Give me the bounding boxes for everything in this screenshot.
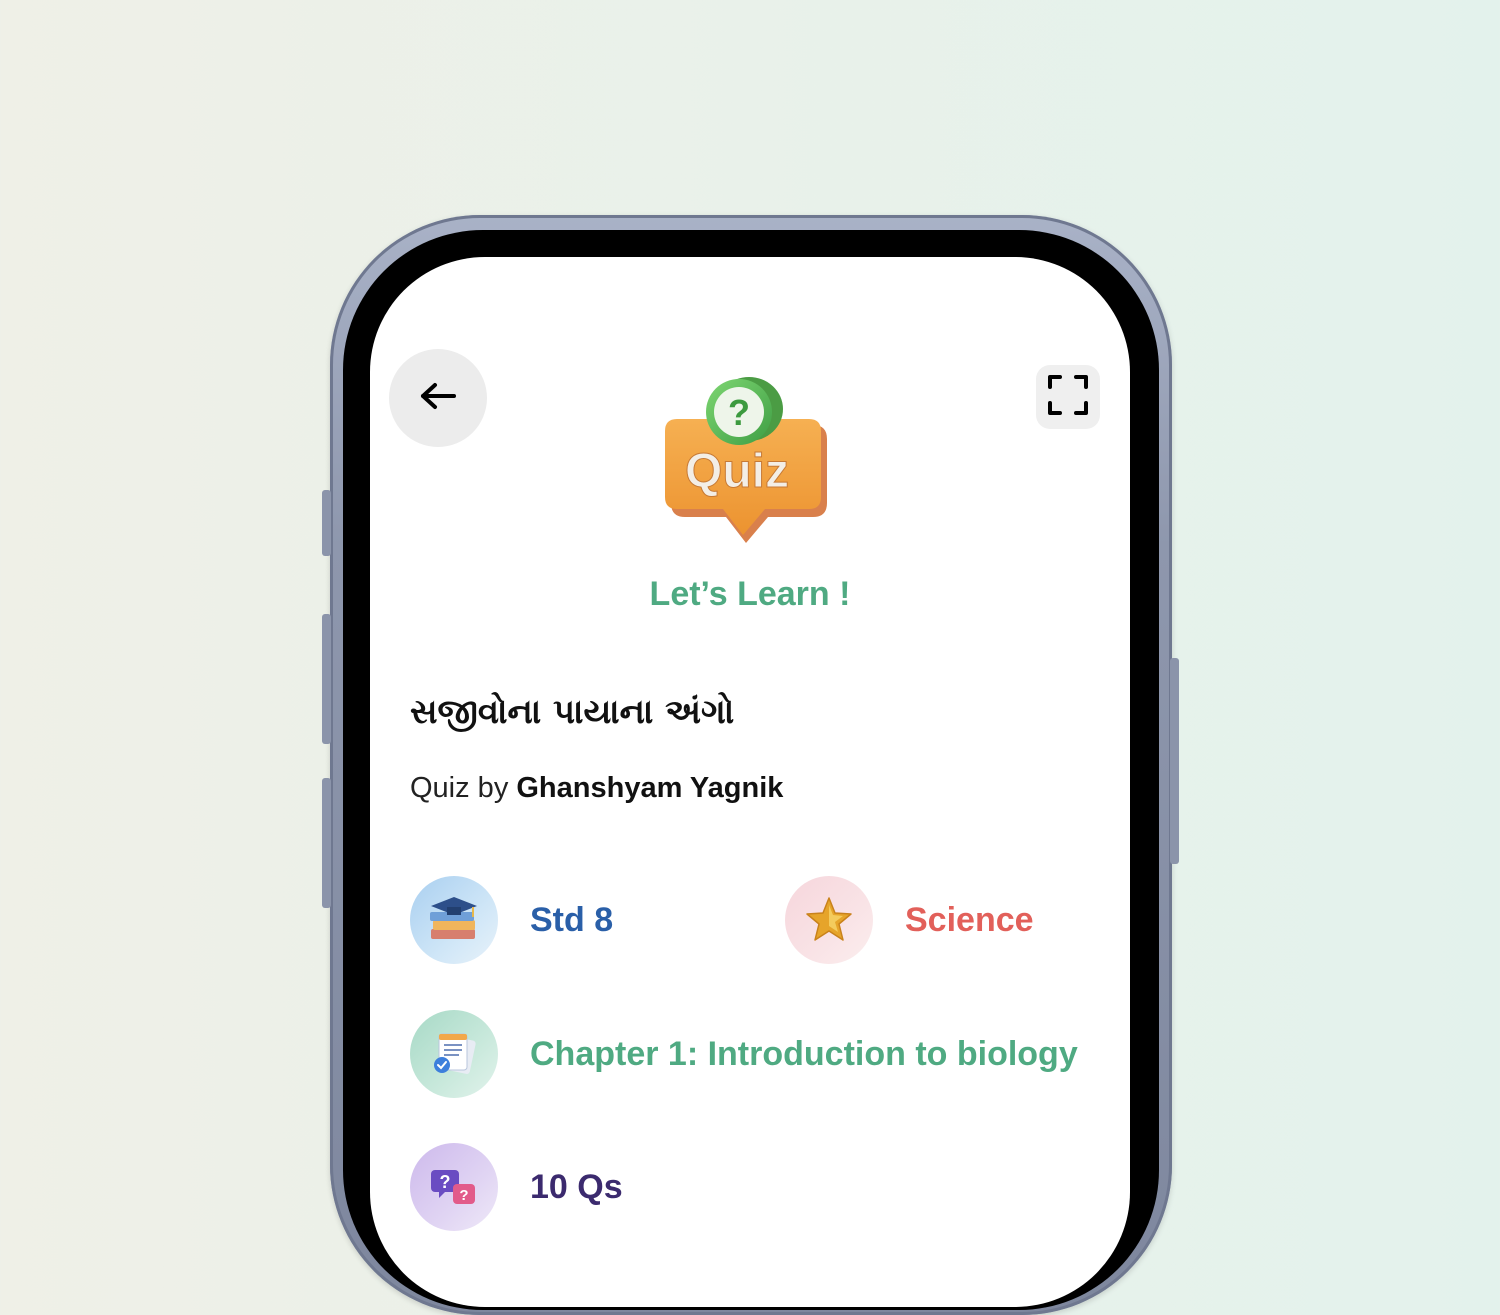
arrow-left-icon — [418, 381, 458, 415]
questions-info: ? ? 10 Qs — [410, 1143, 623, 1231]
quiz-logo-text: Quiz — [685, 445, 789, 498]
phone-power-button — [1170, 658, 1179, 864]
quiz-logo: ? Quiz — [663, 375, 833, 555]
standard-label: Std 8 — [530, 900, 614, 939]
subject-label: Science — [905, 900, 1034, 939]
author-name: Ghanshyam Yagnik — [516, 772, 784, 804]
standard-info: Std 8 — [410, 876, 613, 964]
gold-star-icon — [785, 876, 873, 964]
phone-screen: ? Quiz Let’s Learn ! સજીવોના પાયાના અંગો… — [370, 257, 1130, 1307]
back-button[interactable] — [389, 349, 487, 447]
document-check-icon — [410, 1010, 498, 1098]
chapter-label: Chapter 1: Introduction to biology — [530, 1034, 1078, 1073]
question-cards-icon: ? ? — [410, 1143, 498, 1231]
quiz-title: સજીવોના પાયાના અંગો — [410, 692, 735, 732]
phone-silent-switch — [322, 490, 331, 556]
fullscreen-icon — [1047, 374, 1089, 420]
svg-text:?: ? — [440, 1172, 451, 1192]
fullscreen-button[interactable] — [1036, 365, 1100, 429]
byline-prefix: Quiz by — [410, 772, 517, 804]
phone-volume-up-button — [322, 614, 331, 744]
chapter-info: Chapter 1: Introduction to biology — [410, 1010, 1078, 1098]
questions-label: 10 Qs — [530, 1167, 623, 1206]
phone-volume-down-button — [322, 778, 331, 908]
subject-info: Science — [785, 876, 1034, 964]
svg-text:?: ? — [728, 392, 750, 433]
quiz-byline: Quiz by Ghanshyam Yagnik — [410, 772, 783, 805]
graduation-books-icon — [410, 876, 498, 964]
svg-text:?: ? — [459, 1187, 468, 1204]
tagline: Let’s Learn ! — [649, 575, 851, 613]
